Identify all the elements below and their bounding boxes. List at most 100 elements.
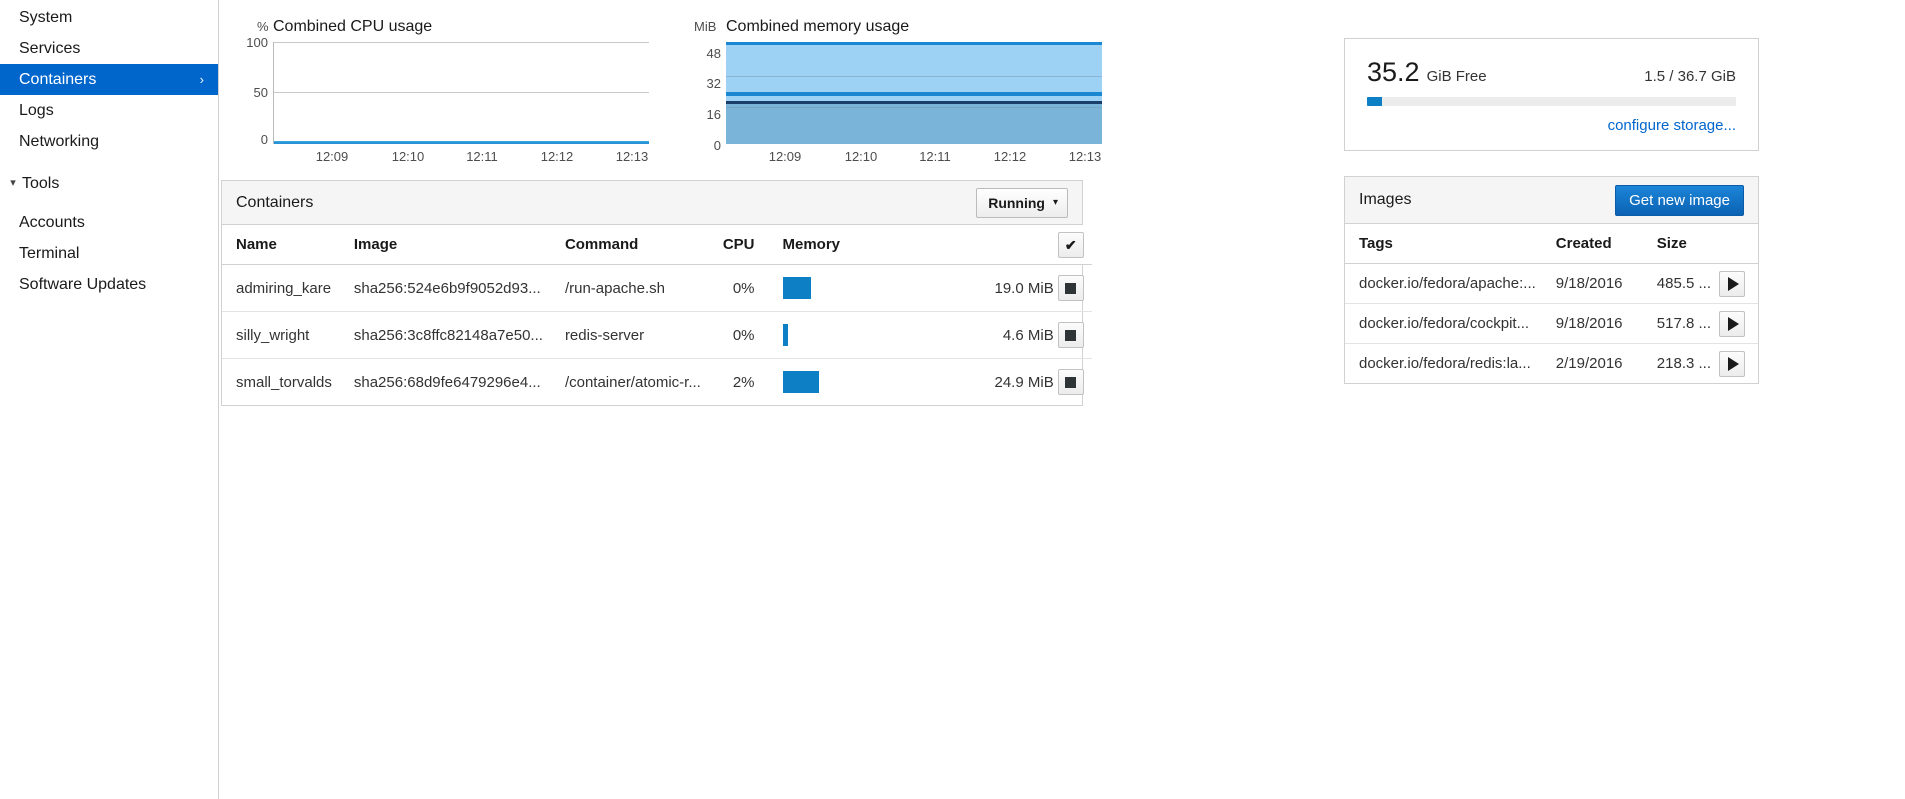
cpu-gridline-100 <box>274 42 649 43</box>
right-column: 35.2 GiB Free 1.5 / 36.7 GiB configure s… <box>1344 38 1759 359</box>
containers-table-head: Name Image Command CPU Memory ✔ <box>222 225 1092 265</box>
image-actions <box>1717 344 1758 384</box>
column-header-cpu[interactable]: CPU <box>709 225 769 265</box>
cpu-ytick-100: 100 <box>221 35 268 50</box>
cpu-xtick-1: 12:10 <box>378 149 438 164</box>
memory-band-container-5 <box>726 45 1102 92</box>
images-panel: Images Get new image Tags Created Size <box>1344 176 1759 384</box>
cpu-xtick-4: 12:13 <box>602 149 662 164</box>
select-all-button[interactable]: ✔ <box>1058 232 1084 258</box>
container-actions <box>1056 312 1092 359</box>
storage-usage-bar-fill <box>1367 97 1382 106</box>
memory-bar-fill <box>783 371 819 393</box>
sidebar-item-label: Logs <box>19 95 208 126</box>
images-panel-header: Images Get new image <box>1345 177 1758 224</box>
container-name: silly_wright <box>222 312 340 359</box>
run-image-button[interactable] <box>1719 271 1745 297</box>
chevron-down-icon: ▾ <box>4 168 22 199</box>
sidebar-item-containers[interactable]: Containers › <box>0 64 218 95</box>
sidebar-item-logs[interactable]: Logs <box>0 95 218 126</box>
cpu-ytick-0: 0 <box>221 132 268 147</box>
memory-band-container-2 <box>726 101 1102 104</box>
stop-container-button[interactable] <box>1058 322 1084 348</box>
memory-bar-fill <box>783 324 788 346</box>
run-image-button[interactable] <box>1719 351 1745 377</box>
table-row[interactable]: docker.io/fedora/cockpit... 9/18/2016 51… <box>1345 304 1758 344</box>
run-image-button[interactable] <box>1719 311 1745 337</box>
container-command: /container/atomic-r... <box>551 359 709 406</box>
configure-storage-link[interactable]: configure storage... <box>1367 117 1736 134</box>
play-icon <box>1728 277 1739 291</box>
sidebar-group-tools[interactable]: ▾ Tools <box>0 168 218 199</box>
cpu-chart-unit-label: % <box>257 19 269 34</box>
table-row[interactable]: small_torvalds sha256:68d9fe6479296e4...… <box>222 359 1092 406</box>
column-header-memory[interactable]: Memory <box>769 225 981 265</box>
container-cpu: 0% <box>709 312 769 359</box>
sidebar-item-software-updates[interactable]: Software Updates <box>0 269 218 300</box>
stop-icon <box>1065 330 1076 341</box>
memory-bar-track <box>783 371 973 393</box>
container-cpu: 0% <box>709 265 769 312</box>
storage-total-usage: 1.5 / 36.7 GiB <box>1644 68 1736 85</box>
memory-band-container-3 <box>726 96 1102 101</box>
container-name: admiring_kare <box>222 265 340 312</box>
image-tags: docker.io/fedora/redis:la... <box>1345 344 1542 384</box>
sidebar-item-system[interactable]: System <box>0 2 218 33</box>
column-header-tags[interactable]: Tags <box>1345 224 1542 264</box>
container-command: /run-apache.sh <box>551 265 709 312</box>
memory-usage-chart: MiB Combined memory usage 48 32 16 0 12:… <box>674 8 1134 158</box>
container-filter-label: Running <box>988 195 1045 211</box>
stop-container-button[interactable] <box>1058 275 1084 301</box>
cpu-xtick-2: 12:11 <box>452 149 512 164</box>
stop-icon <box>1065 377 1076 388</box>
memory-bar-track <box>783 277 973 299</box>
container-memory-bar-cell <box>769 265 981 312</box>
column-header-memory-value <box>981 225 1056 265</box>
container-memory-bar-cell <box>769 312 981 359</box>
table-row[interactable]: silly_wright sha256:3c8ffc82148a7e50... … <box>222 312 1092 359</box>
table-row[interactable]: docker.io/fedora/apache:... 9/18/2016 48… <box>1345 264 1758 304</box>
sidebar-item-label: System <box>19 2 208 33</box>
sidebar-item-services[interactable]: Services <box>0 33 218 64</box>
table-row[interactable]: docker.io/fedora/redis:la... 2/19/2016 2… <box>1345 344 1758 384</box>
column-header-command[interactable]: Command <box>551 225 709 265</box>
container-memory-bar-cell <box>769 359 981 406</box>
container-image: sha256:68d9fe6479296e4... <box>340 359 551 406</box>
images-table-body: docker.io/fedora/apache:... 9/18/2016 48… <box>1345 264 1758 384</box>
sidebar-item-terminal[interactable]: Terminal <box>0 238 218 269</box>
image-size: 485.5 ... <box>1643 264 1717 304</box>
storage-free-amount: 35.2 <box>1367 57 1420 88</box>
column-header-size[interactable]: Size <box>1643 224 1717 264</box>
column-header-created[interactable]: Created <box>1542 224 1643 264</box>
column-header-image-actions <box>1717 224 1758 264</box>
sidebar-item-label: Services <box>19 33 208 64</box>
memory-ytick-0: 0 <box>674 138 721 153</box>
get-new-image-button[interactable]: Get new image <box>1615 185 1744 216</box>
image-size: 218.3 ... <box>1643 344 1717 384</box>
page-root: System Services Containers › Logs Networ… <box>0 0 1905 799</box>
sidebar-item-networking[interactable]: Networking <box>0 126 218 157</box>
sidebar-item-label: Accounts <box>19 207 208 238</box>
images-table-head: Tags Created Size <box>1345 224 1758 264</box>
cpu-series-line-peaks <box>274 142 649 144</box>
stop-container-button[interactable] <box>1058 369 1084 395</box>
memory-chart-unit-label: MiB <box>694 19 716 34</box>
memory-xtick-2: 12:11 <box>905 149 965 164</box>
container-filter-dropdown[interactable]: Running ▾ <box>976 188 1068 218</box>
images-panel-title: Images <box>1359 191 1615 209</box>
image-created: 2/19/2016 <box>1542 344 1643 384</box>
play-icon <box>1728 317 1739 331</box>
storage-card: 35.2 GiB Free 1.5 / 36.7 GiB configure s… <box>1344 38 1759 151</box>
container-memory-value: 24.9 MiB <box>981 359 1056 406</box>
sidebar-item-accounts[interactable]: Accounts <box>0 207 218 238</box>
memory-chart-title: Combined memory usage <box>726 18 909 36</box>
storage-free-label: GiB Free <box>1427 68 1487 85</box>
column-header-image[interactable]: Image <box>340 225 551 265</box>
memory-gridline-32 <box>726 76 1102 77</box>
sidebar: System Services Containers › Logs Networ… <box>0 0 219 799</box>
memory-xtick-0: 12:09 <box>755 149 815 164</box>
cpu-xtick-0: 12:09 <box>302 149 362 164</box>
column-header-name[interactable]: Name <box>222 225 340 265</box>
table-row[interactable]: admiring_kare sha256:524e6b9f9052d93... … <box>222 265 1092 312</box>
image-actions <box>1717 304 1758 344</box>
